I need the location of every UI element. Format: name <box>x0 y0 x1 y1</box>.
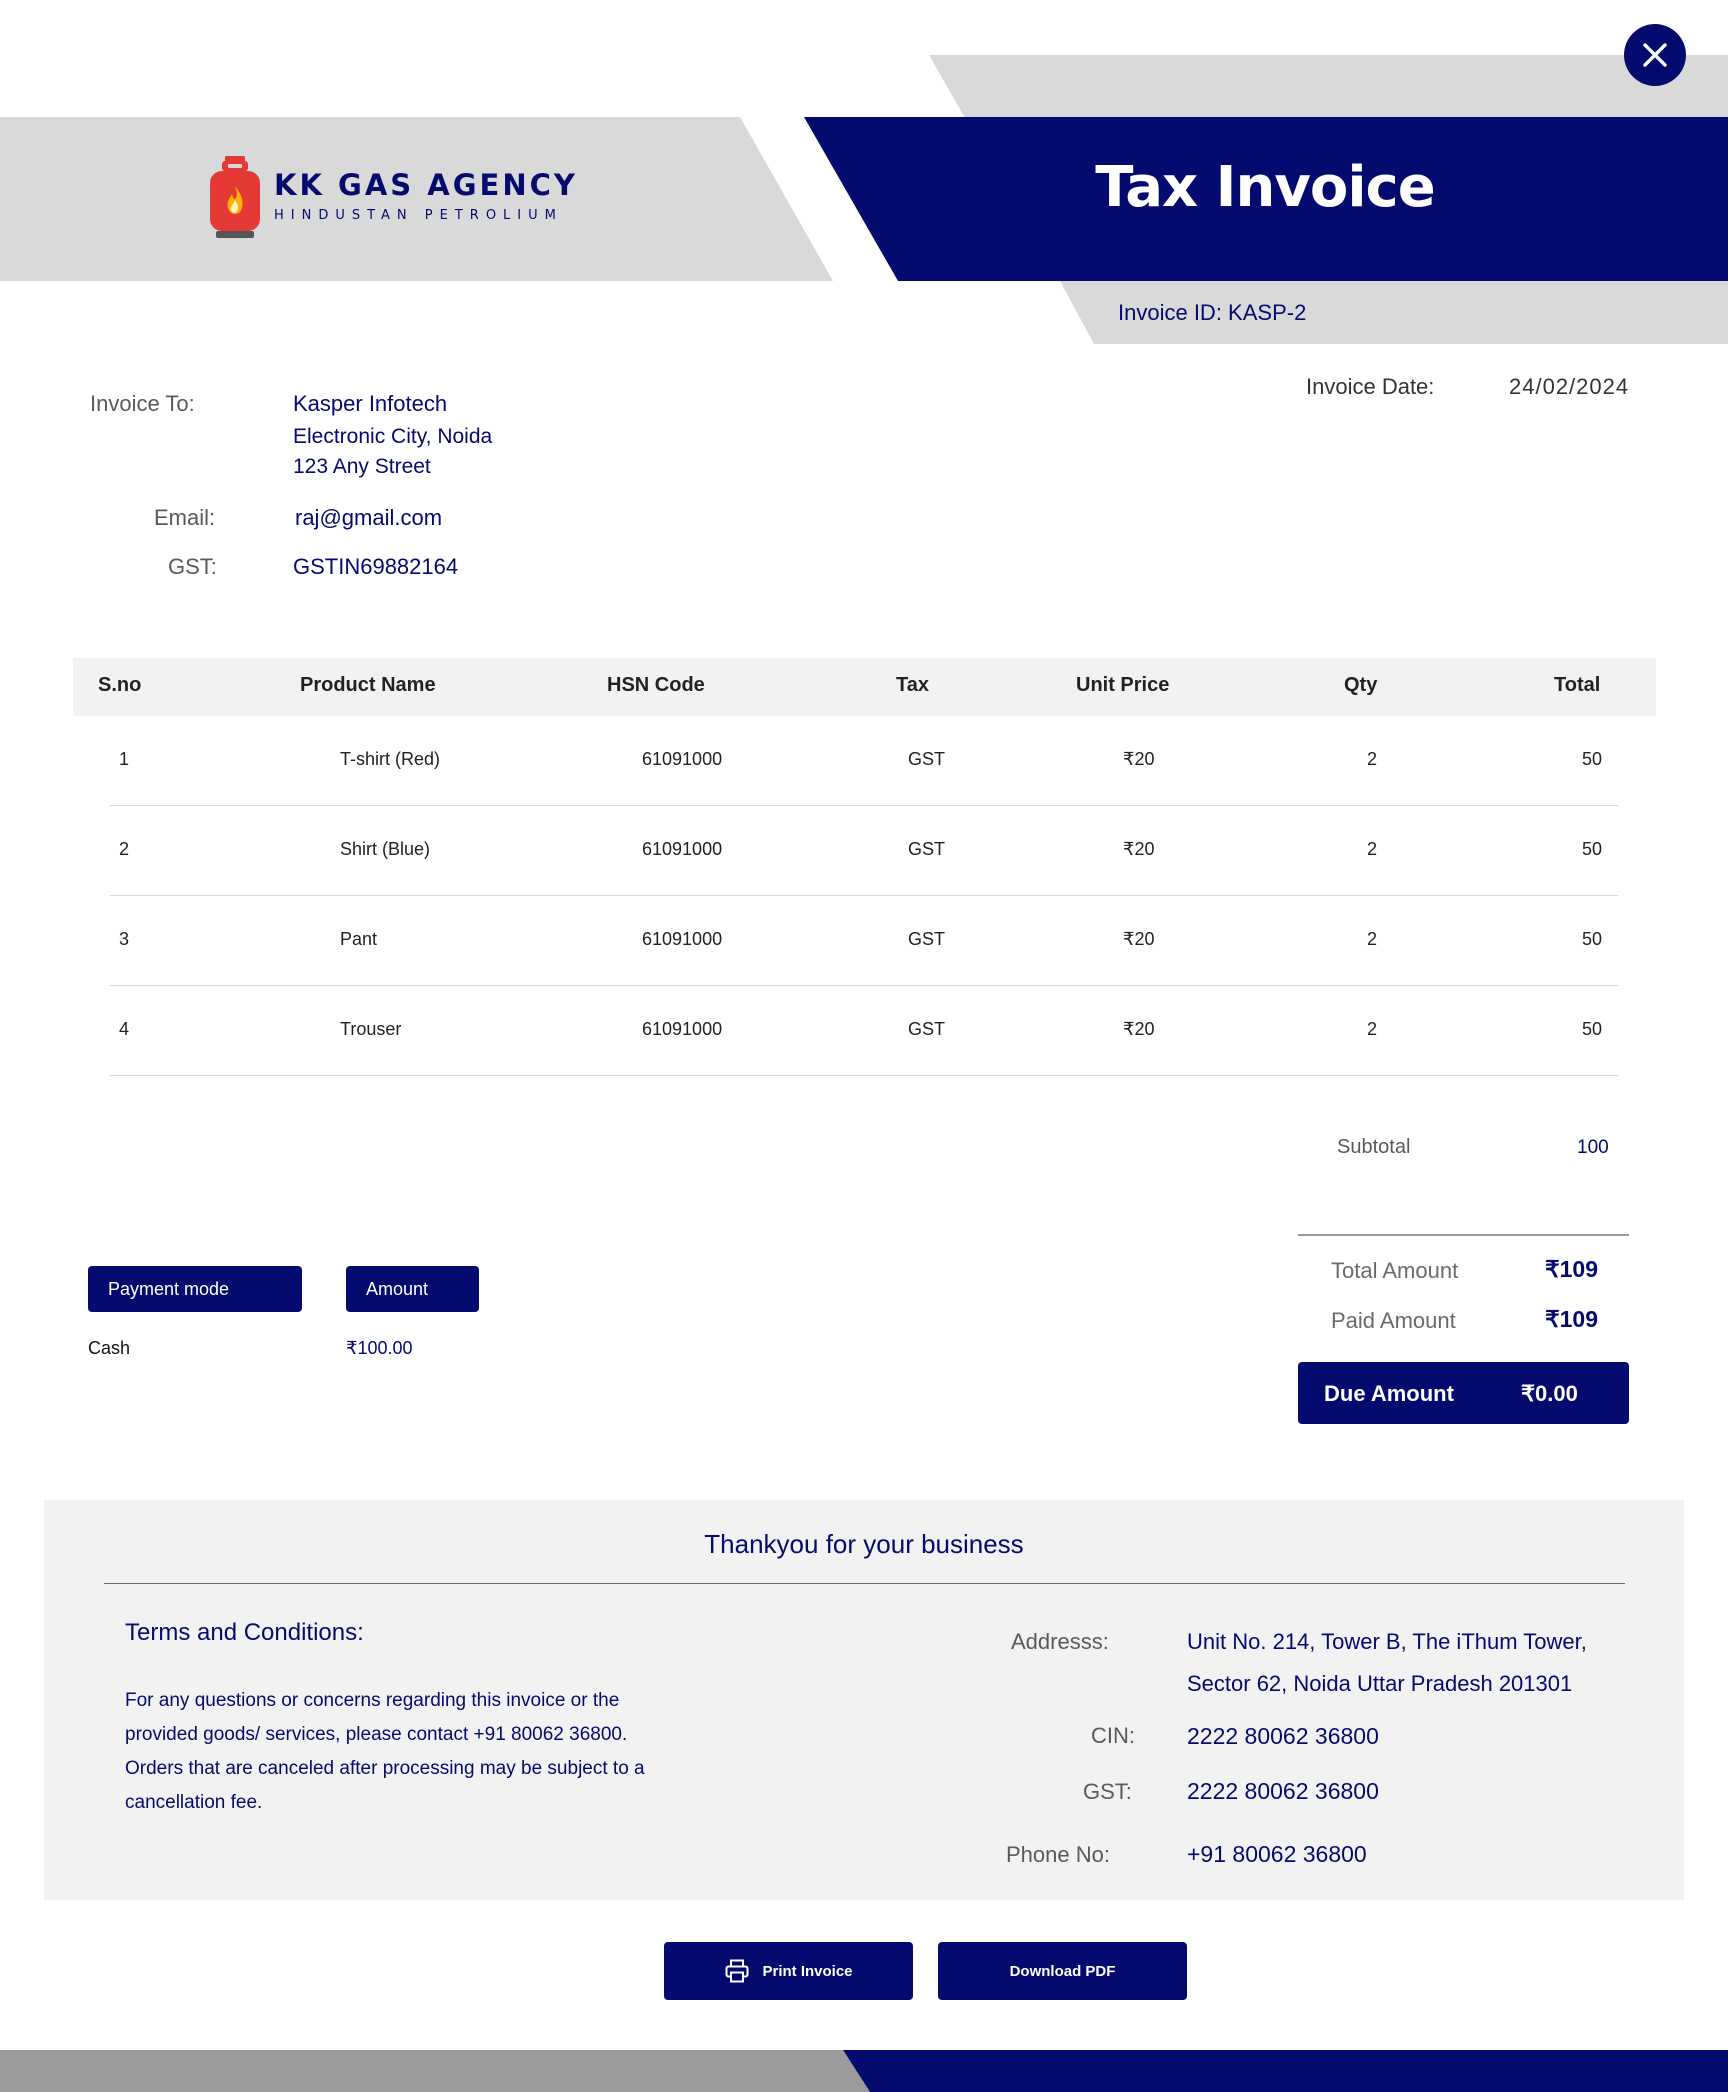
payment-mode-header: Payment mode <box>88 1266 302 1312</box>
cell-sno: 4 <box>119 1019 130 1039</box>
footer-band-right <box>843 2050 1728 2092</box>
cin-value: 2222 80062 36800 <box>1187 1723 1379 1749</box>
cell-qty: 2 <box>1367 749 1378 769</box>
cell-tax: GST <box>908 839 946 859</box>
customer-gst: GSTIN69882164 <box>293 554 459 579</box>
cell-hsn: 61091000 <box>642 839 723 859</box>
company-gst-value: 2222 80062 36800 <box>1187 1778 1379 1804</box>
cell-unit-price: ₹20 <box>1123 929 1155 949</box>
invoice-date-value: 24/02/2024 <box>1509 374 1630 399</box>
total-amount-value: ₹109 <box>1545 1256 1599 1282</box>
page-title: Tax Invoice <box>1095 155 1435 220</box>
cell-sno: 2 <box>119 839 130 859</box>
cell-total: 50 <box>1582 749 1603 769</box>
cell-sno: 1 <box>119 749 130 769</box>
customer-address-line1: Electronic City, Noida <box>293 425 493 448</box>
header-tax: Tax <box>896 674 929 696</box>
paid-amount-label: Paid Amount <box>1331 1308 1456 1333</box>
cell-hsn: 61091000 <box>642 1019 723 1039</box>
customer-name: Kasper Infotech <box>293 391 448 416</box>
terms-title: Terms and Conditions: <box>125 1619 364 1646</box>
due-amount-label: Due Amount <box>1324 1381 1454 1406</box>
due-amount-value: ₹0.00 <box>1521 1381 1578 1406</box>
brand-logo: KK GAS AGENCY HINDUSTAN PETROLIUM <box>208 152 578 242</box>
terms-line: cancellation fee. <box>125 1792 263 1813</box>
footer-divider <box>104 1583 1625 1584</box>
download-pdf-button[interactable]: Download PDF <box>938 1942 1187 2000</box>
cell-product: T-shirt (Red) <box>340 749 441 769</box>
table-row: 4 Trouser 61091000 GST ₹20 2 50 <box>110 986 1618 1076</box>
cell-tax: GST <box>908 1019 946 1039</box>
total-amount-label: Total Amount <box>1331 1258 1459 1283</box>
header-band-top <box>929 55 1728 118</box>
customer-email: raj@gmail.com <box>295 505 443 530</box>
cell-unit-price: ₹20 <box>1123 1019 1155 1039</box>
header-unit-price: Unit Price <box>1076 674 1170 696</box>
address-line2: Sector 62, Noida Uttar Pradesh 201301 <box>1187 1671 1573 1696</box>
print-invoice-button[interactable]: Print Invoice <box>664 1942 913 2000</box>
paid-amount-value: ₹109 <box>1545 1306 1599 1332</box>
close-icon <box>1643 43 1667 67</box>
amount-header: Amount <box>346 1266 479 1312</box>
terms-line: For any questions or concerns regarding … <box>125 1690 620 1711</box>
address-line1: Unit No. 214, Tower B, The iThum Tower, <box>1187 1629 1587 1654</box>
terms-line: provided goods/ services, please contact… <box>125 1724 628 1745</box>
cell-hsn: 61091000 <box>642 749 723 769</box>
cell-product: Shirt (Blue) <box>340 839 431 859</box>
phone-value: +91 80062 36800 <box>1187 1841 1367 1867</box>
totals-divider <box>1298 1234 1629 1236</box>
cell-unit-price: ₹20 <box>1123 749 1155 769</box>
subtotal-label: Subtotal <box>1337 1136 1411 1158</box>
address-label: Addresss: <box>1011 1629 1109 1654</box>
phone-label: Phone No: <box>1006 1842 1110 1867</box>
cell-qty: 2 <box>1367 839 1378 859</box>
cell-product: Trouser <box>340 1019 402 1039</box>
invoice-id: Invoice ID: KASP-2 <box>1118 300 1307 325</box>
cell-qty: 2 <box>1367 929 1378 949</box>
header-hsn-code: HSN Code <box>607 674 705 696</box>
table-row: 2 Shirt (Blue) 61091000 GST ₹20 2 50 <box>110 806 1618 896</box>
customer-address-line2: 123 Any Street <box>293 455 431 478</box>
cell-tax: GST <box>908 929 946 949</box>
close-button[interactable] <box>1624 24 1686 86</box>
printer-icon <box>725 1959 749 1983</box>
brand-subtitle: HINDUSTAN PETROLIUM <box>274 208 563 223</box>
cell-tax: GST <box>908 749 946 769</box>
cell-total: 50 <box>1582 839 1603 859</box>
cell-sno: 3 <box>119 929 130 949</box>
invoice-date-label: Invoice Date: <box>1306 374 1435 399</box>
invoice-to-label: Invoice To: <box>90 391 195 416</box>
brand-name: KK GAS AGENCY <box>274 168 578 202</box>
terms-line: Orders that are canceled after processin… <box>125 1758 645 1779</box>
company-gst-label: GST: <box>1083 1779 1132 1804</box>
header-qty: Qty <box>1344 674 1378 696</box>
thank-you-text: Thankyou for your business <box>704 1529 1024 1559</box>
download-pdf-label: Download PDF <box>1009 1962 1116 1980</box>
print-invoice-label: Print Invoice <box>762 1962 853 1980</box>
cell-hsn: 61091000 <box>642 929 723 949</box>
cell-unit-price: ₹20 <box>1123 839 1155 859</box>
gas-cylinder-icon <box>210 156 260 238</box>
cell-total: 50 <box>1582 929 1603 949</box>
cell-qty: 2 <box>1367 1019 1378 1039</box>
header-total: Total <box>1554 674 1601 696</box>
table-row: 3 Pant 61091000 GST ₹20 2 50 <box>110 896 1618 986</box>
email-label: Email: <box>154 505 216 530</box>
header-sno: S.no <box>98 674 142 696</box>
subtotal-value: 100 <box>1577 1137 1609 1158</box>
table-row: 1 T-shirt (Red) 61091000 GST ₹20 2 50 <box>110 716 1618 806</box>
cin-label: CIN: <box>1091 1723 1135 1748</box>
payment-amount-value: ₹100.00 <box>346 1338 413 1358</box>
payment-mode-value: Cash <box>88 1338 131 1358</box>
footer-band-left <box>0 2050 870 2092</box>
header-product-name: Product Name <box>300 674 436 696</box>
cell-product: Pant <box>340 929 378 949</box>
terms-text: For any questions or concerns regarding … <box>125 1684 645 1820</box>
cell-total: 50 <box>1582 1019 1603 1039</box>
gst-label: GST: <box>168 554 217 579</box>
